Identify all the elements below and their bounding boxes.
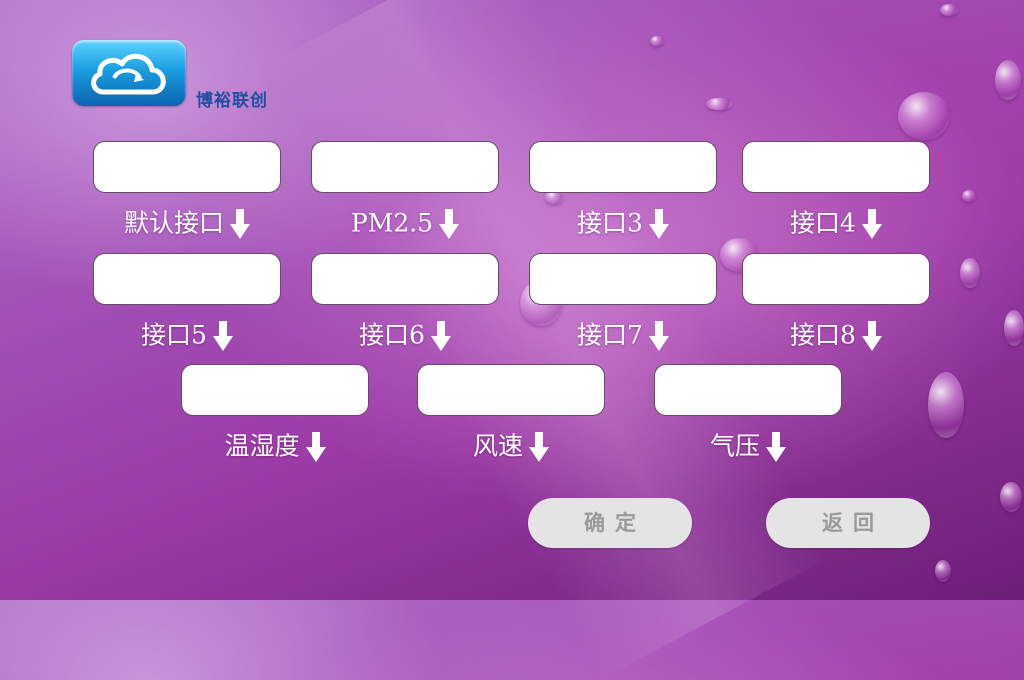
input-field-port5[interactable]	[93, 253, 281, 305]
label-text: 气压	[709, 431, 760, 461]
water-drop	[935, 560, 951, 582]
arrow-down-icon	[439, 208, 460, 239]
input-field-port3[interactable]	[529, 141, 717, 193]
field-label-wind-speed: 风速	[417, 429, 605, 462]
water-drop	[995, 60, 1021, 100]
input-field-pm25[interactable]	[311, 141, 499, 193]
arrow-down-icon	[529, 431, 549, 462]
arrow-down-icon	[212, 320, 233, 351]
arrow-down-icon	[305, 431, 326, 462]
arrow-down-icon	[430, 320, 451, 351]
water-drop	[706, 98, 732, 110]
label-text: 温湿度	[224, 431, 300, 461]
field-label-air-pressure: 气压	[654, 429, 842, 462]
label-text: PM2.5	[350, 208, 434, 238]
input-field-port4[interactable]	[742, 141, 930, 193]
water-drop	[962, 190, 976, 202]
label-text: 接口7	[577, 320, 643, 350]
water-drop	[1004, 310, 1024, 346]
water-drop	[1000, 482, 1022, 512]
brand-name: 博裕联创	[196, 91, 268, 111]
label-text: 风速	[472, 431, 523, 461]
field-label-port7: 接口7	[529, 318, 717, 351]
arrow-down-icon	[648, 320, 669, 351]
field-label-port4: 接口4	[742, 206, 930, 239]
field-label-temp-humidity: 温湿度	[181, 429, 369, 462]
label-text: 接口4	[790, 208, 856, 238]
arrow-down-icon	[230, 208, 250, 239]
label-text: 接口5	[141, 320, 207, 350]
field-label-pm25: PM2.5	[311, 206, 499, 239]
logo	[72, 40, 186, 106]
back-button[interactable]: 返回	[766, 498, 930, 548]
label-text: 接口8	[790, 320, 856, 350]
input-field-port7[interactable]	[529, 253, 717, 305]
input-field-wind-speed[interactable]	[417, 364, 605, 416]
input-field-temp-humidity[interactable]	[181, 364, 369, 416]
confirm-button[interactable]: 确定	[528, 498, 692, 548]
water-drop	[928, 372, 964, 438]
arrow-down-icon	[766, 431, 786, 462]
arrow-down-icon	[861, 208, 882, 239]
label-text: 默认接口	[123, 208, 224, 238]
input-field-default-port[interactable]	[93, 141, 281, 193]
water-drop	[940, 4, 958, 16]
cloud-sync-icon	[91, 53, 166, 95]
arrow-down-icon	[648, 208, 669, 239]
water-drop	[960, 258, 980, 288]
field-label-port5: 接口5	[93, 318, 281, 351]
label-text: 接口6	[359, 320, 425, 350]
field-label-port3: 接口3	[529, 206, 717, 239]
field-label-port6: 接口6	[311, 318, 499, 351]
input-field-port6[interactable]	[311, 253, 499, 305]
water-drop	[898, 92, 950, 140]
field-label-port8: 接口8	[742, 318, 930, 351]
input-field-air-pressure[interactable]	[654, 364, 842, 416]
arrow-down-icon	[861, 320, 882, 351]
field-label-default-port: 默认接口	[93, 206, 281, 239]
label-text: 接口3	[577, 208, 643, 238]
input-field-port8[interactable]	[742, 253, 930, 305]
water-drop	[650, 36, 664, 46]
